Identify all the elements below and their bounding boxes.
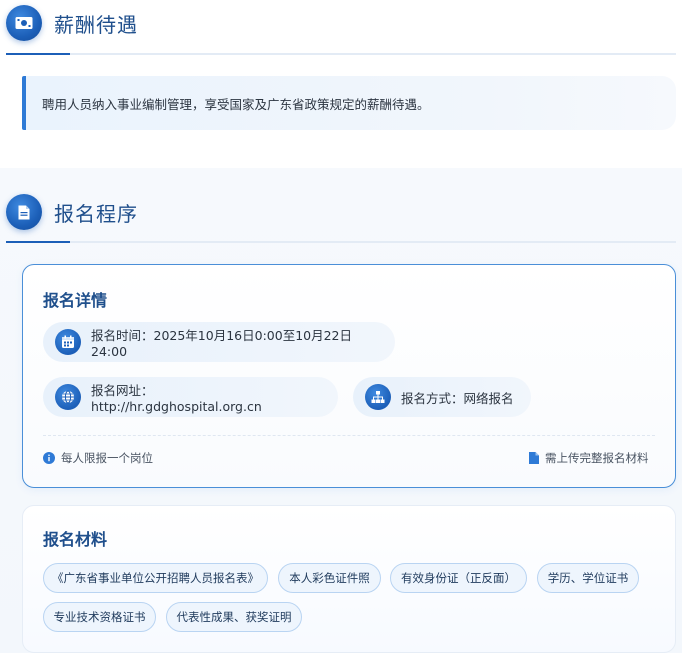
registration-time-text: 报名时间：2025年10月16日0:00至10月22日24:00 xyxy=(91,328,353,359)
info-icon xyxy=(43,452,55,464)
calendar-icon xyxy=(55,329,81,355)
details-card-title: 报名详情 xyxy=(43,291,108,310)
salary-underline xyxy=(6,53,676,55)
registration-method-text: 报名方式：网络报名 xyxy=(401,390,514,406)
registration-website[interactable]: 报名网址：http://hr.gdghospital.org.cn xyxy=(43,377,338,417)
file-icon xyxy=(529,452,539,464)
registration-method: 报名方式：网络报名 xyxy=(353,377,531,417)
upload-materials-text: 需上传完整报名材料 xyxy=(545,451,649,465)
registration-details-card: 报名详情 报名时间：2025年10月16日0:00至10月22日24:00 报名… xyxy=(22,264,676,488)
registration-website-text[interactable]: 报名网址：http://hr.gdghospital.org.cn xyxy=(91,380,324,414)
one-position-text: 每人限报一个岗位 xyxy=(61,451,153,465)
material-tag: 本人彩色证件照 xyxy=(278,563,381,593)
salary-notice: 聘用人员纳入事业编制管理，享受国家及广东省政策规定的薪酬待遇。 xyxy=(22,76,676,130)
registration-header: 报名程序 xyxy=(6,192,138,232)
salary-section: 薪酬待遇 聘用人员纳入事业编制管理，享受国家及广东省政策规定的薪酬待遇。 xyxy=(0,0,682,168)
material-tag: 有效身份证（正反面） xyxy=(390,563,527,593)
details-divider xyxy=(43,435,655,436)
registration-time: 报名时间：2025年10月16日0:00至10月22日24:00 xyxy=(43,322,395,362)
registration-title: 报名程序 xyxy=(54,201,138,226)
materials-card-title: 报名材料 xyxy=(43,530,108,549)
material-tag: 专业技术资格证书 xyxy=(43,602,156,632)
document-icon xyxy=(6,194,42,230)
one-position-note: 每人限报一个岗位 xyxy=(43,450,153,466)
salary-title: 薪酬待遇 xyxy=(54,12,138,37)
material-tag: 代表性成果、获奖证明 xyxy=(166,602,302,632)
globe-icon xyxy=(55,384,81,410)
registration-underline xyxy=(6,241,676,243)
registration-materials-card: 报名材料 《广东省事业单位公开招聘人员报名表》 本人彩色证件照 有效身份证（正反… xyxy=(22,505,676,653)
sitemap-icon xyxy=(365,384,391,410)
material-tag: 学历、学位证书 xyxy=(537,563,639,593)
salary-header: 薪酬待遇 xyxy=(6,3,138,43)
material-tag: 《广东省事业单位公开招聘人员报名表》 xyxy=(43,563,268,593)
upload-materials-note: 需上传完整报名材料 xyxy=(529,450,649,466)
money-icon xyxy=(6,5,42,41)
